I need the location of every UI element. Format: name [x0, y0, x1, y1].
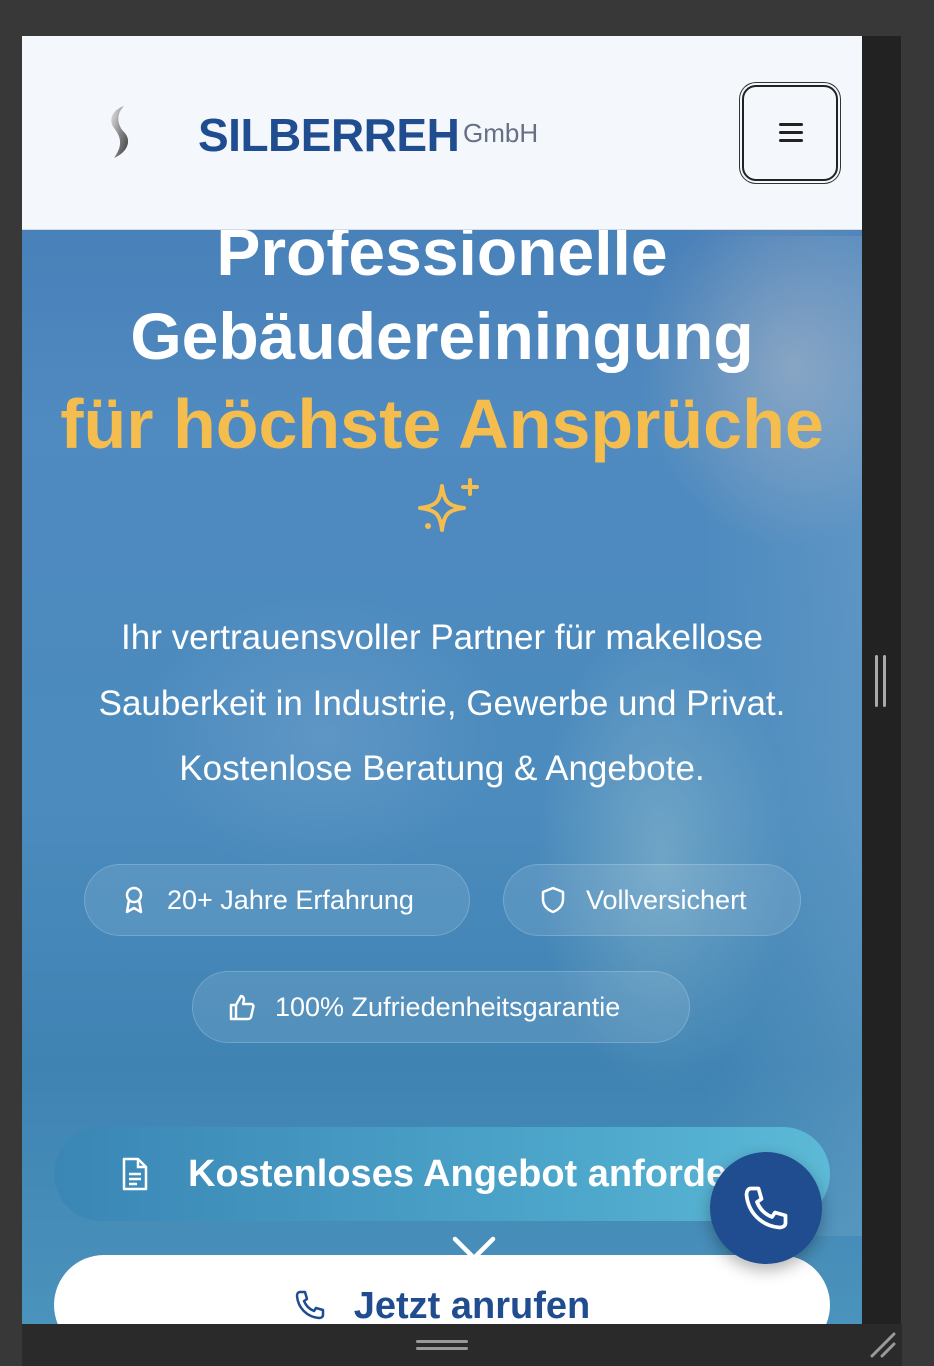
- site-header: SILBERREH GmbH: [22, 36, 862, 230]
- menu-button[interactable]: [742, 85, 838, 181]
- thumbs-up-icon: [229, 994, 255, 1021]
- sparkles-icon: [418, 478, 479, 532]
- vertical-resize-handle[interactable]: [875, 655, 887, 707]
- badge-satisfaction: 100% Zufriedenheitsgarantie: [192, 971, 690, 1043]
- badge-label: Vollversichert: [586, 884, 747, 915]
- hero-subtitle-line-3: Kostenlose Beratung & Angebote.: [179, 749, 705, 788]
- badge-label: 20+ Jahre Erfahrung: [167, 884, 414, 915]
- floating-call-button[interactable]: [710, 1152, 822, 1264]
- hero-subtitle-line-1: Ihr vertrauensvoller Partner für makello…: [121, 618, 763, 657]
- brand-name[interactable]: SILBERREH: [198, 108, 460, 162]
- badge-label: 100% Zufriedenheitsgarantie: [275, 991, 621, 1022]
- document-icon: [122, 1157, 148, 1191]
- phone-icon: [744, 1186, 788, 1230]
- phone-icon: [295, 1290, 324, 1320]
- hero-title-line-2: Gebäudereiningung: [130, 299, 754, 373]
- resize-corner-icon[interactable]: [868, 1330, 896, 1358]
- hero-title-line-3: für höchste Ansprüche: [60, 385, 824, 463]
- request-offer-label: Kostenloses Angebot anfordern: [188, 1152, 766, 1195]
- call-now-button[interactable]: Jetzt anrufen: [54, 1255, 830, 1324]
- hamburger-menu-icon: [779, 123, 803, 126]
- page-viewport: Professionelle Gebäudereiningung für höc…: [22, 36, 862, 1324]
- badge-experience: 20+ Jahre Erfahrung: [84, 864, 470, 936]
- silver-s-logo-icon[interactable]: [102, 104, 136, 160]
- horizontal-resize-handle[interactable]: [416, 1338, 468, 1352]
- brand-suffix: GmbH: [463, 118, 539, 148]
- award-icon: [125, 886, 143, 914]
- hamburger-menu-icon-bar: [779, 131, 803, 134]
- hero-subtitle-line-2: Sauberkeit in Industrie, Gewerbe und Pri…: [98, 684, 786, 723]
- call-now-label: Jetzt anrufen: [353, 1285, 591, 1324]
- badge-insured: Vollversichert: [503, 864, 801, 936]
- shield-icon: [541, 886, 565, 914]
- hamburger-menu-icon-bar: [779, 139, 803, 142]
